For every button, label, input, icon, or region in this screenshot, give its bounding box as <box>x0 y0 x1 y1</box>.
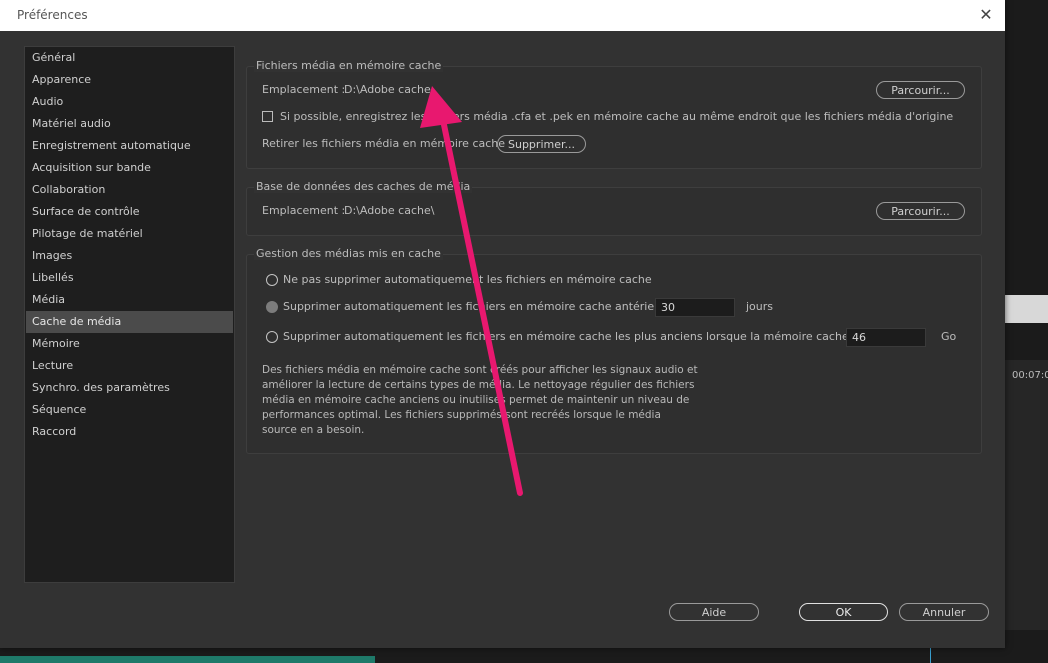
cache-description: Des fichiers média en mémoire cache sont… <box>262 363 698 438</box>
media-cache-location-label: Emplacement : <box>262 83 346 96</box>
cache-database-location-value: D:\Adobe cache\ <box>344 204 435 217</box>
sidebar-item-collaboration[interactable]: Collaboration <box>26 179 233 201</box>
description-line: améliorer la lecture de certains types d… <box>262 379 695 391</box>
sidebar-item-labels[interactable]: Libellés <box>26 267 233 289</box>
save-cache-next-to-originals-label: Si possible, enregistrez les fichiers mé… <box>280 110 954 123</box>
sidebar-item-media[interactable]: Média <box>26 289 233 311</box>
auto-delete-size-radio[interactable] <box>266 331 278 343</box>
auto-delete-size-label: Supprimer automatiquement les fichiers e… <box>283 330 906 343</box>
sidebar-item-control-surface[interactable]: Surface de contrôle <box>26 201 233 223</box>
no-auto-delete-label: Ne pas supprimer automatiquement les fic… <box>283 273 652 286</box>
sidebar-item-appearance[interactable]: Apparence <box>26 69 233 91</box>
background-bottom-bar <box>0 656 375 663</box>
description-line: Des fichiers média en mémoire cache sont… <box>262 364 698 376</box>
cache-database-browse-button[interactable]: Parcourir... <box>876 202 965 220</box>
save-cache-next-to-originals-checkbox[interactable] <box>262 111 273 122</box>
background-timeline <box>1005 360 1048 630</box>
auto-delete-days-unit: jours <box>746 300 774 313</box>
auto-delete-size-input[interactable]: 46 <box>846 328 926 347</box>
help-button[interactable]: Aide <box>669 603 759 621</box>
sidebar-item-general[interactable]: Général <box>26 47 233 69</box>
auto-delete-days-input[interactable]: 30 <box>655 298 735 317</box>
sidebar-item-graphics[interactable]: Images <box>26 245 233 267</box>
cache-database-location-label: Emplacement : <box>262 204 346 217</box>
description-line: source en a besoin. <box>262 424 365 436</box>
auto-delete-size-unit: Go <box>941 330 957 343</box>
preferences-dialog: Préférences ✕ Général Apparence Audio Ma… <box>0 0 1005 648</box>
auto-delete-older-label: Supprimer automatiquement les fichiers e… <box>283 300 689 313</box>
dialog-title: Préférences <box>17 8 88 22</box>
ok-button[interactable]: OK <box>799 603 888 621</box>
media-cache-files-title: Fichiers média en mémoire cache <box>254 59 444 72</box>
delete-cache-button[interactable]: Supprimer... <box>497 135 586 153</box>
sidebar-item-media-cache[interactable]: Cache de média <box>26 311 233 333</box>
media-cache-location-value: D:\Adobe cache <box>344 83 431 96</box>
no-auto-delete-radio[interactable] <box>266 274 278 286</box>
sidebar-item-auto-save[interactable]: Enregistrement automatique <box>26 135 233 157</box>
auto-delete-older-radio[interactable] <box>266 301 278 313</box>
sidebar-item-sequence[interactable]: Séquence <box>26 399 233 421</box>
sidebar-item-sync-settings[interactable]: Synchro. des paramètres <box>26 377 233 399</box>
description-line: performances optimal. Les fichiers suppr… <box>262 409 661 421</box>
cache-database-title: Base de données des caches de média <box>254 180 473 193</box>
media-cache-browse-button[interactable]: Parcourir... <box>876 81 965 99</box>
sidebar-item-capture[interactable]: Acquisition sur bande <box>26 157 233 179</box>
background-timecode: 00:07:0 <box>1012 370 1048 381</box>
preferences-sidebar: Général Apparence Audio Matériel audio E… <box>24 46 235 583</box>
title-bar: Préférences ✕ <box>0 0 1005 31</box>
description-line: média en mémoire cache anciens ou inutil… <box>262 394 690 406</box>
sidebar-item-trim[interactable]: Raccord <box>26 421 233 443</box>
sidebar-item-audio-hardware[interactable]: Matériel audio <box>26 113 233 135</box>
background-panel-strip <box>1005 295 1048 323</box>
sidebar-item-audio[interactable]: Audio <box>26 91 233 113</box>
close-icon[interactable]: ✕ <box>975 4 997 26</box>
remove-cache-files-label: Retirer les fichiers média en mémoire ca… <box>262 137 506 150</box>
sidebar-item-device-control[interactable]: Pilotage de matériel <box>26 223 233 245</box>
sidebar-item-playback[interactable]: Lecture <box>26 355 233 377</box>
sidebar-item-memory[interactable]: Mémoire <box>26 333 233 355</box>
cancel-button[interactable]: Annuler <box>899 603 989 621</box>
cache-management-title: Gestion des médias mis en cache <box>254 247 443 260</box>
